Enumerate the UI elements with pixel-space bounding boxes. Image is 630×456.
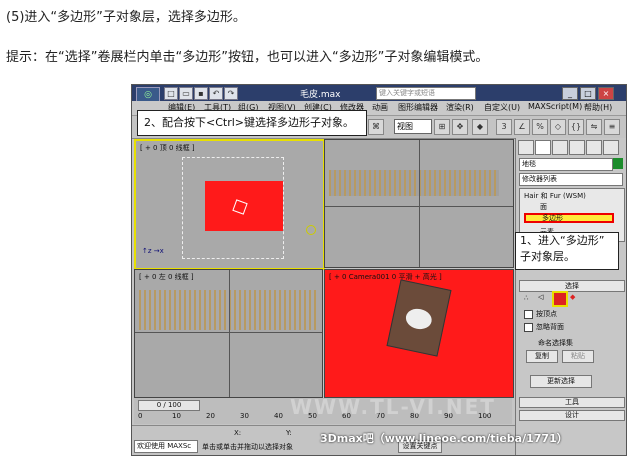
frame-tick: 30 xyxy=(240,412,249,420)
stack-item-polygon[interactable]: 多边形 xyxy=(524,213,614,223)
menu-animation[interactable]: 动画 xyxy=(372,102,388,113)
frame-tick: 20 xyxy=(206,412,215,420)
step-heading: (5)进入“多边形”子对象层，选择多边形。 xyxy=(6,10,246,25)
angle-snap-icon[interactable]: ∠ xyxy=(514,119,530,135)
select-manipulate-icon[interactable]: ✥ xyxy=(452,119,468,135)
minimize-icon[interactable]: _ xyxy=(562,87,578,100)
display-tab-icon[interactable] xyxy=(586,140,602,155)
tools-rollout-header[interactable]: 工具 xyxy=(519,397,625,408)
magazine-image xyxy=(386,279,452,357)
undo-icon[interactable]: ↶ xyxy=(209,87,223,100)
vertex-mode-icon[interactable]: ∴ xyxy=(524,294,528,302)
ignore-backfacing-checkbox[interactable] xyxy=(524,323,533,332)
grass-fur xyxy=(139,290,317,330)
maxscript-listener[interactable]: 欢迎使用 MAXSc xyxy=(134,440,198,453)
axis-line xyxy=(419,140,420,267)
ctrl-callout: 2、配合按下<Ctrl>键选择多边形子对象。 xyxy=(137,110,367,136)
y-label: Y: xyxy=(286,429,292,437)
frame-tick: 10 xyxy=(172,412,181,420)
by-vertex-label: 按顶点 xyxy=(536,310,557,318)
named-selection-icon[interactable]: {} xyxy=(568,119,584,135)
redo-icon[interactable]: ↷ xyxy=(224,87,238,100)
command-panel: 地毯 修改器列表 Hair 和 Fur (WSM) 面 多边形 元素 选择 ∴ … xyxy=(515,138,626,455)
tip-text: 提示：在“选择”卷展栏内单击“多边形”按钮，也可以进入“多边形”子对象编辑模式。 xyxy=(6,50,489,65)
hierarchy-tab-icon[interactable] xyxy=(552,140,568,155)
menu-rendering[interactable]: 渲染(R) xyxy=(446,102,474,113)
watermark-tieba: 3Dmax吧（www.lineoe.com/tieba/1771） xyxy=(320,432,568,445)
axis-line xyxy=(229,270,230,397)
percent-snap-icon[interactable]: % xyxy=(532,119,548,135)
copy-button[interactable]: 复制 xyxy=(526,350,558,363)
reference-coordinate-dropdown[interactable]: 视图 xyxy=(394,119,432,134)
motion-tab-icon[interactable] xyxy=(569,140,585,155)
frame-tick: 40 xyxy=(274,412,283,420)
grass-fur xyxy=(329,170,499,196)
modifier-list-dropdown[interactable]: 修改器列表 xyxy=(519,173,623,186)
link-icon[interactable]: ⌘ xyxy=(368,119,384,135)
polygon-callout-line1: 1、进入“多边形” xyxy=(520,234,605,247)
align-icon[interactable]: ≡ xyxy=(604,119,620,135)
named-selection-label: 命名选择集 xyxy=(538,339,573,347)
polygon-callout: 1、进入“多边形” 子对象层。 xyxy=(515,232,619,270)
stack-item-hair[interactable]: Hair 和 Fur (WSM) xyxy=(524,191,586,201)
object-name-field[interactable]: 地毯 xyxy=(519,158,613,171)
panel-tabs xyxy=(518,140,626,156)
axis-line xyxy=(135,332,322,333)
open-icon[interactable]: ▭ xyxy=(179,87,193,100)
viewport-front[interactable] xyxy=(324,139,514,268)
viewport-left-label[interactable]: [ + 0 左 0 线框 ] xyxy=(139,272,194,282)
edge-mode-icon[interactable]: ◁ xyxy=(538,293,543,301)
ignore-backfacing-label: 忽略背面 xyxy=(536,323,564,331)
axis-gizmo: ↑z →x xyxy=(142,247,164,255)
element-mode-icon[interactable]: ◆ xyxy=(570,293,575,301)
keyboard-shortcut-icon[interactable]: ◆ xyxy=(472,119,488,135)
status-hint: 单击或单击并拖动以选择对象 xyxy=(202,443,293,451)
menu-graph-editors[interactable]: 图形编辑器 xyxy=(398,102,438,113)
frame-tick: 0 xyxy=(138,412,143,420)
update-selection-button[interactable]: 更新选择 xyxy=(530,375,592,388)
new-icon[interactable]: □ xyxy=(164,87,178,100)
x-label: X: xyxy=(234,429,242,437)
title-bar: ◎ □ ▭ ▪ ↶ ↷ 毛皮.max 键入关键字或短语 _ □ × xyxy=(132,85,626,103)
search-input[interactable]: 键入关键字或短语 xyxy=(376,87,476,100)
time-slider[interactable]: 0 / 100 xyxy=(138,400,200,411)
design-rollout-header[interactable]: 设计 xyxy=(519,410,625,421)
close-icon[interactable]: × xyxy=(598,87,614,100)
window-title: 毛皮.max xyxy=(300,90,341,100)
polygon-callout-line2: 子对象层。 xyxy=(520,250,575,263)
light-icon[interactable] xyxy=(306,225,316,235)
polygon-mode-icon[interactable] xyxy=(552,291,568,307)
save-icon[interactable]: ▪ xyxy=(194,87,208,100)
viewport-top[interactable]: [ + 0 顶 0 线框 ] ↑z →x xyxy=(134,139,325,270)
watermark-url: WWW.TL-VI.NET xyxy=(290,395,496,419)
pivot-icon[interactable]: ⊞ xyxy=(434,119,450,135)
axis-line xyxy=(325,206,513,207)
modify-tab-icon[interactable] xyxy=(535,140,551,155)
mirror-icon[interactable]: ⇋ xyxy=(586,119,602,135)
stack-item-face[interactable]: 面 xyxy=(540,202,547,212)
coffee-cup xyxy=(403,306,434,332)
object-color-swatch[interactable] xyxy=(613,158,623,169)
spinner-snap-icon[interactable]: ◇ xyxy=(550,119,566,135)
snap-icon[interactable]: 3 xyxy=(496,119,512,135)
menu-help[interactable]: 帮助(H) xyxy=(584,102,612,113)
viewport-left[interactable]: [ + 0 左 0 线框 ] xyxy=(134,269,323,398)
create-tab-icon[interactable] xyxy=(518,140,534,155)
viewport-top-label[interactable]: [ + 0 顶 0 线框 ] xyxy=(140,143,195,153)
by-vertex-checkbox[interactable] xyxy=(524,310,533,319)
viewport-camera[interactable]: [ + 0 Camera001 0 平滑 + 高光 ] xyxy=(324,269,514,398)
selection-rollout-header[interactable]: 选择 xyxy=(519,280,625,292)
menu-maxscript[interactable]: MAXScript(M) xyxy=(528,102,582,111)
maximize-icon[interactable]: □ xyxy=(580,87,596,100)
utilities-tab-icon[interactable] xyxy=(603,140,619,155)
viewport-camera-label[interactable]: [ + 0 Camera001 0 平滑 + 高光 ] xyxy=(329,272,442,282)
menu-customize[interactable]: 自定义(U) xyxy=(484,102,520,113)
paste-button[interactable]: 粘贴 xyxy=(562,350,594,363)
